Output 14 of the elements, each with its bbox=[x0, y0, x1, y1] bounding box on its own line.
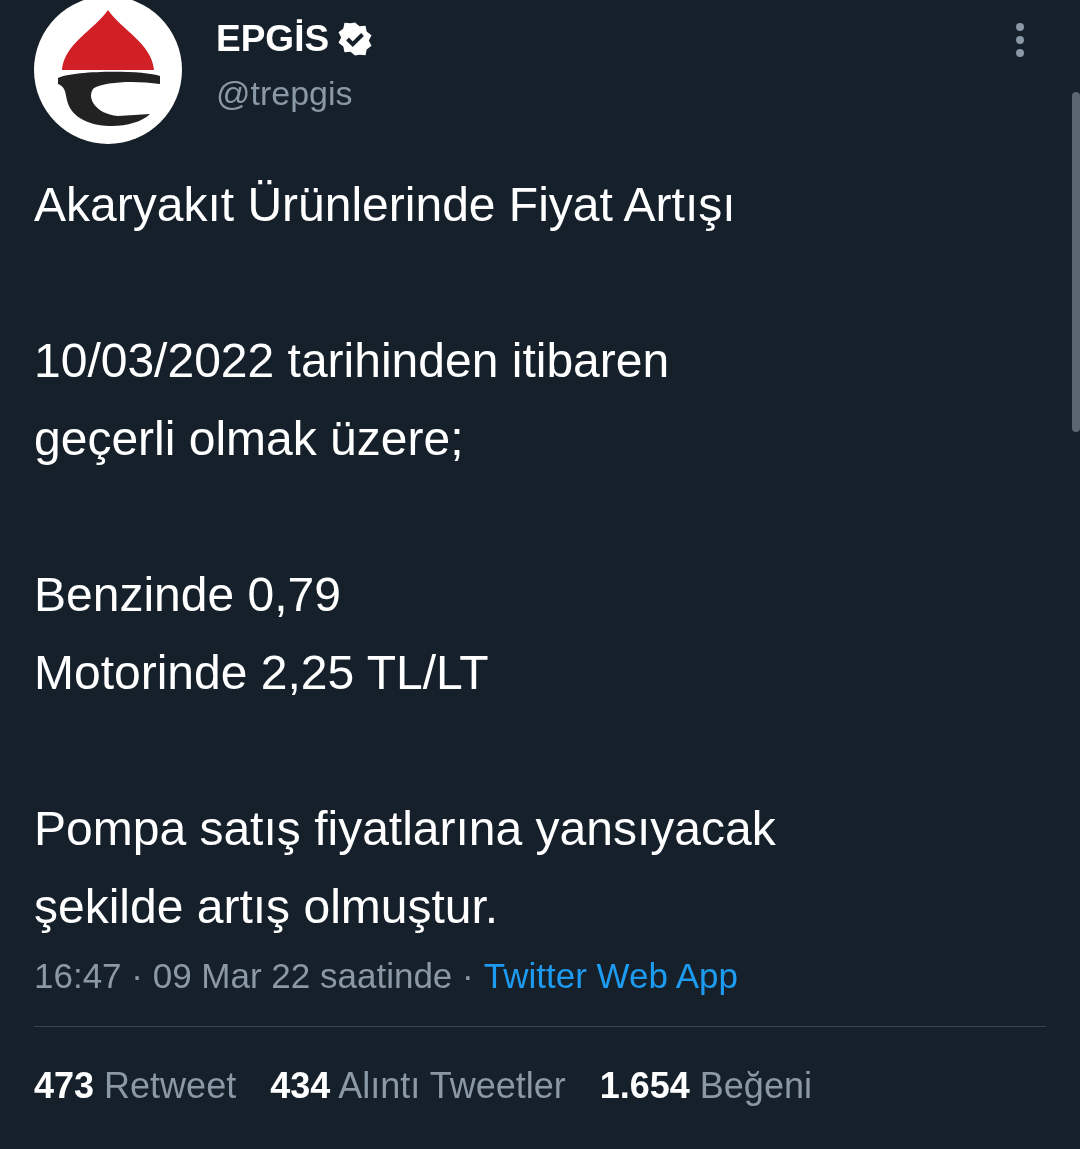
author-handle[interactable]: @trepgis bbox=[216, 74, 980, 113]
tweet-paragraph: Benzinde 0,79 Motorinde 2,25 TL/LT bbox=[34, 567, 490, 701]
engagement-stat[interactable]: 434 Alıntı Tweetler bbox=[270, 1065, 566, 1107]
tweet-paragraph: Pompa satış fiyatlarına yansıyacak şekilde artış olmuştur. bbox=[34, 801, 777, 935]
author-name[interactable]: EPGİS bbox=[216, 18, 330, 60]
more-options-icon[interactable] bbox=[1014, 22, 1026, 58]
engagement-stat[interactable]: 473 Retweet bbox=[34, 1065, 237, 1107]
tweet-paragraph: 10/03/2022 tarihinden itibaren geçerli olmak üzere; bbox=[34, 333, 671, 467]
tweet-paragraph: Akaryakıt Ürünlerinde Fiyat Artışı bbox=[34, 177, 737, 233]
engagement-stat[interactable]: 1.654 Beğeni bbox=[599, 1065, 812, 1107]
scrollbar[interactable] bbox=[1072, 92, 1080, 432]
tweet-timestamp: 16:47 · 09 Mar 22 saatinde · bbox=[34, 956, 474, 996]
avatar-logo-icon bbox=[34, 0, 182, 144]
source-link[interactable]: Twitter Web App bbox=[483, 956, 738, 996]
